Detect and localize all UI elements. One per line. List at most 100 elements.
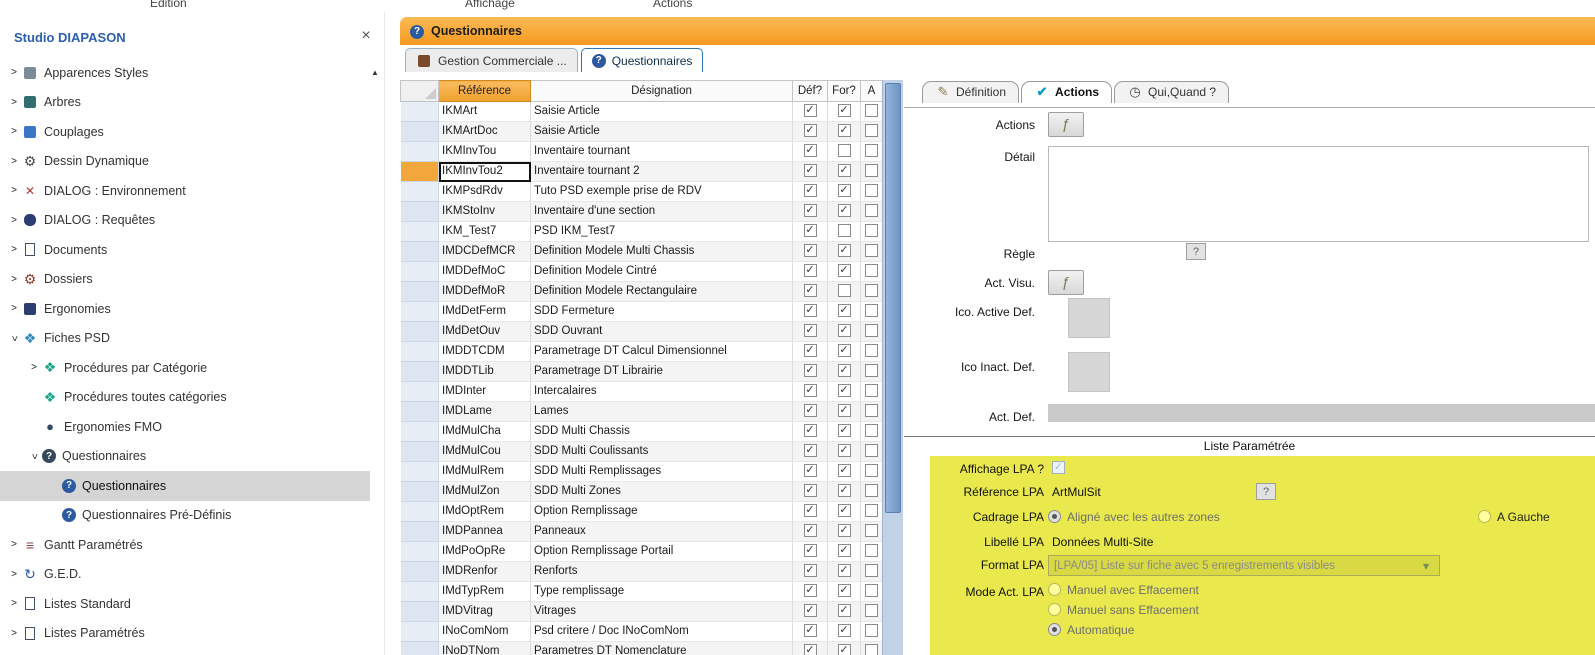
checkbox-def[interactable]: ✓	[804, 144, 817, 157]
checkbox-def[interactable]: ✓	[804, 104, 817, 117]
row-selector[interactable]	[401, 562, 439, 582]
row-selector[interactable]	[401, 102, 439, 122]
table-vertical-scrollbar[interactable]	[882, 80, 903, 655]
expander-collapsed-icon[interactable]: >	[6, 628, 22, 639]
cell-designation[interactable]: Lames	[531, 402, 793, 422]
checkbox-def[interactable]: ✓	[804, 204, 817, 217]
row-selector[interactable]	[401, 362, 439, 382]
table-row[interactable]: IMdDetFermSDD Fermeture✓✓	[401, 302, 883, 322]
cell-reference[interactable]: IMDDTLib	[439, 362, 531, 382]
checkbox-def[interactable]: ✓	[804, 444, 817, 457]
radio-button[interactable]	[1478, 510, 1491, 523]
checkbox-def[interactable]: ✓	[804, 164, 817, 177]
cell-reference[interactable]: IMdMulCou	[439, 442, 531, 462]
cell-reference[interactable]: IMDCDefMCR	[439, 242, 531, 262]
table-row[interactable]: IMdOptRemOption Remplissage✓✓	[401, 502, 883, 522]
checkbox-def[interactable]: ✓	[804, 564, 817, 577]
checkbox-def[interactable]: ✓	[804, 324, 817, 337]
sidebar-item-gantt-parametres[interactable]: >≡Gantt Paramétrés	[0, 530, 370, 560]
sidebar-item-ergonomies[interactable]: >Ergonomies	[0, 294, 370, 324]
tab-gestion-commerciale[interactable]: Gestion Commerciale ...	[405, 48, 578, 72]
expander-collapsed-icon[interactable]: >	[26, 362, 42, 373]
cell-designation[interactable]: Definition Modele Rectangulaire	[531, 282, 793, 302]
table-row[interactable]: INoComNomPsd critere / Doc INoComNom✓✓	[401, 622, 883, 642]
sidebar-item-questionnaires-pre-definis[interactable]: ?Questionnaires Pré-Définis	[0, 501, 370, 531]
cell-designation[interactable]: PSD IKM_Test7	[531, 222, 793, 242]
sidebar-item-couplages[interactable]: >Couplages	[0, 117, 370, 147]
cell-designation[interactable]: SDD Multi Chassis	[531, 422, 793, 442]
checkbox-for[interactable]: ✓	[838, 544, 851, 557]
expander-collapsed-icon[interactable]: >	[6, 274, 22, 285]
row-selector[interactable]	[401, 222, 439, 242]
checkbox-for[interactable]: ✓	[838, 104, 851, 117]
checkbox-a[interactable]	[865, 424, 878, 437]
checkbox-for[interactable]: ✓	[838, 204, 851, 217]
row-selector[interactable]	[401, 262, 439, 282]
checkbox-def[interactable]: ✓	[804, 624, 817, 637]
cell-designation[interactable]: Option Remplissage	[531, 502, 793, 522]
sidebar-item-documents[interactable]: >Documents	[0, 235, 370, 265]
checkbox-for[interactable]: ✓	[838, 324, 851, 337]
row-selector[interactable]	[401, 382, 439, 402]
checkbox-a[interactable]	[865, 484, 878, 497]
radio-a-gauche[interactable]: A Gauche	[1478, 508, 1550, 525]
detail-textarea[interactable]	[1048, 146, 1589, 242]
sidebar-item-ergonomies-fmo[interactable]: ●Ergonomies FMO	[0, 412, 370, 442]
sidebar-item-listes-parametres[interactable]: >Listes Paramétrés	[0, 619, 370, 649]
row-selector[interactable]	[401, 162, 439, 182]
cell-designation[interactable]: Definition Modele Cintré	[531, 262, 793, 282]
checkbox-def[interactable]: ✓	[804, 504, 817, 517]
checkbox-for[interactable]: ✓	[838, 584, 851, 597]
column-header-reference[interactable]: Référence	[439, 81, 531, 102]
checkbox-def[interactable]: ✓	[804, 404, 817, 417]
checkbox-a[interactable]	[865, 464, 878, 477]
row-selector[interactable]	[401, 202, 439, 222]
table-row[interactable]: IMDLameLames✓✓	[401, 402, 883, 422]
cell-reference[interactable]: IKMStoInv	[439, 202, 531, 222]
format-lpa-dropdown[interactable]: [LPA/05] Liste sur fiche avec 5 enregist…	[1048, 555, 1440, 576]
row-selector[interactable]	[401, 502, 439, 522]
cell-reference[interactable]: IMDDefMoR	[439, 282, 531, 302]
cell-designation[interactable]: SDD Multi Coulissants	[531, 442, 793, 462]
table-row[interactable]: IKMInvTou2Inventaire tournant 2✓✓	[401, 162, 883, 182]
cell-designation[interactable]: Parametrage DT Calcul Dimensionnel	[531, 342, 793, 362]
cell-reference[interactable]: IKMArtDoc	[439, 122, 531, 142]
checkbox-a[interactable]	[865, 224, 878, 237]
checkbox-a[interactable]	[865, 344, 878, 357]
row-selector[interactable]	[401, 422, 439, 442]
cell-designation[interactable]: Inventaire tournant	[531, 142, 793, 162]
checkbox-a[interactable]	[865, 644, 878, 655]
checkbox-a[interactable]	[865, 324, 878, 337]
row-selector[interactable]	[401, 242, 439, 262]
menu-edition[interactable]: Edition	[150, 0, 187, 10]
checkbox-for[interactable]: ✓	[838, 464, 851, 477]
libelle-lpa-value[interactable]: Données Multi-Site	[1052, 535, 1153, 549]
close-icon[interactable]: ×	[358, 27, 374, 45]
cell-designation[interactable]: Inventaire tournant 2	[531, 162, 793, 182]
checkbox-a[interactable]	[865, 264, 878, 277]
table-row[interactable]: IMdPoOpReOption Remplissage Portail✓✓	[401, 542, 883, 562]
cell-reference[interactable]: IKMArt	[439, 102, 531, 122]
expander-collapsed-icon[interactable]: >	[6, 244, 22, 255]
checkbox-for[interactable]: ✓	[838, 564, 851, 577]
cell-designation[interactable]: SDD Multi Remplissages	[531, 462, 793, 482]
row-selector[interactable]	[401, 462, 439, 482]
cell-reference[interactable]: IKMPsdRdv	[439, 182, 531, 202]
checkbox-def[interactable]: ✓	[804, 464, 817, 477]
column-header-designation[interactable]: Désignation	[531, 81, 793, 102]
cell-reference[interactable]: IKMInvTou2	[439, 162, 531, 182]
cell-reference[interactable]: IMDInter	[439, 382, 531, 402]
checkbox-def[interactable]: ✓	[804, 184, 817, 197]
panel-tab-actions[interactable]: ✔Actions	[1021, 81, 1112, 103]
checkbox-for[interactable]: ✓	[838, 624, 851, 637]
checkbox-for[interactable]: ✓	[838, 264, 851, 277]
table-row[interactable]: IMdMulRemSDD Multi Remplissages✓✓	[401, 462, 883, 482]
cell-designation[interactable]: Inventaire d'une section	[531, 202, 793, 222]
sidebar-item-dossiers[interactable]: >⚙Dossiers	[0, 265, 370, 295]
checkbox-def[interactable]: ✓	[804, 544, 817, 557]
checkbox-for[interactable]: ✓	[838, 184, 851, 197]
sidebar-item-fiches-psd[interactable]: >❖Fiches PSD	[0, 324, 370, 354]
sidebar-item-dialog-environnement[interactable]: >✕DIALOG : Environnement	[0, 176, 370, 206]
checkbox-for[interactable]: ✓	[838, 364, 851, 377]
checkbox-for[interactable]: ✓	[838, 524, 851, 537]
